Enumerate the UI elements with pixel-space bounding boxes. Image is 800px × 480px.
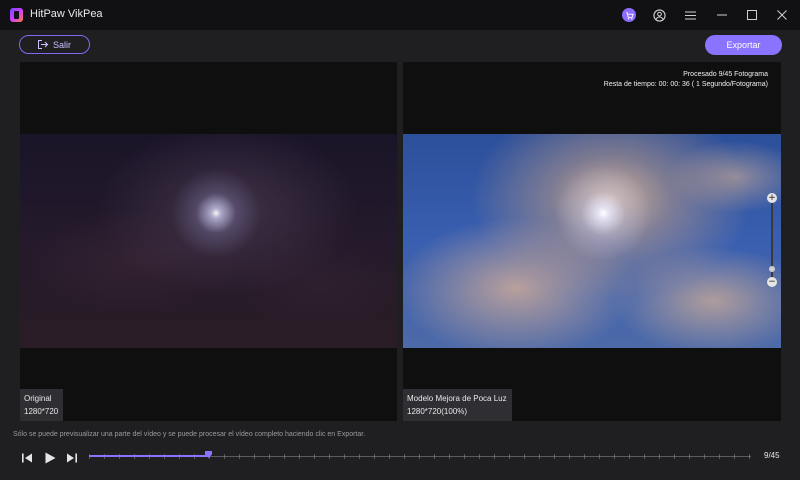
zoom-in-icon[interactable]: + — [767, 193, 777, 203]
processing-status: Procesado 9/45 Fotograma — [683, 71, 768, 78]
original-preview-panel: Original 1280*720 — [20, 62, 397, 421]
close-icon[interactable] — [774, 7, 790, 23]
enhanced-video-frame — [403, 134, 781, 348]
enhanced-resolution: 1280*720(100%) — [407, 407, 468, 416]
play-icon — [45, 452, 55, 464]
original-label: Original 1280*720 — [20, 389, 64, 421]
previous-frame-icon — [21, 453, 32, 463]
next-frame-icon — [66, 453, 77, 463]
enhanced-label: Modelo Mejora de Poca Luz 1280*720(100%) — [403, 389, 512, 421]
app-title: HitPaw VikPea — [30, 8, 103, 20]
zoom-slider-handle[interactable] — [769, 266, 775, 272]
toolbar: Salir Exportar — [0, 30, 800, 60]
player-controls: 9/45 — [0, 444, 800, 480]
title-bar: HitPaw VikPea — [0, 0, 800, 30]
cart-icon[interactable] — [621, 7, 637, 23]
app-logo-icon — [10, 8, 23, 22]
original-resolution: 1280*720 — [24, 407, 59, 416]
original-video-frame — [20, 134, 397, 348]
previous-frame-button[interactable] — [19, 450, 35, 466]
playhead-marker[interactable] — [205, 451, 213, 458]
play-button[interactable] — [42, 450, 58, 466]
enhanced-preview-panel: Procesado 9/45 Fotograma Resta de tiempo… — [403, 62, 781, 421]
next-frame-button[interactable] — [63, 450, 79, 466]
frame-counter: 9/45 — [764, 451, 780, 460]
menu-icon[interactable] — [682, 7, 698, 23]
zoom-out-icon[interactable]: − — [767, 277, 777, 287]
original-name: Original — [24, 394, 52, 403]
user-icon[interactable] — [651, 7, 667, 23]
maximize-icon[interactable] — [744, 7, 760, 23]
enhanced-model-name: Modelo Mejora de Poca Luz — [407, 394, 507, 403]
minimize-icon[interactable] — [714, 7, 730, 23]
export-button[interactable]: Exportar — [705, 35, 782, 55]
preview-notice: Sólo se puede previsualizar una parte de… — [13, 431, 366, 438]
exit-button-label: Salir — [52, 39, 71, 50]
exit-button[interactable]: Salir — [19, 35, 90, 54]
processing-info: Procesado 9/45 Fotograma Resta de tiempo… — [604, 70, 768, 90]
exit-icon — [37, 40, 48, 49]
timeline-track[interactable] — [89, 451, 751, 459]
timeline-progress — [89, 455, 209, 457]
processing-time-left: Resta de tiempo: 00: 00: 36 ( 1 Segundo/… — [603, 81, 768, 88]
